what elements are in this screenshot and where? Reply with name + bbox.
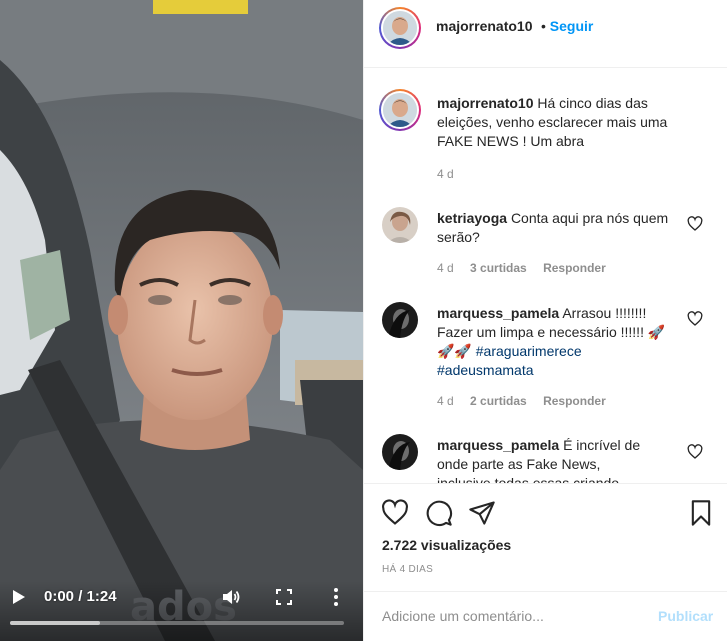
caption-username[interactable]: majorrenato10 xyxy=(437,95,533,111)
comment-likes[interactable]: 2 curtidas xyxy=(470,394,527,408)
volume-icon[interactable] xyxy=(221,587,241,607)
time-current: 0:00 xyxy=(44,588,75,605)
comment-username[interactable]: marquess_pamela xyxy=(437,305,559,321)
comment-age: 4 d xyxy=(437,394,454,408)
caption-text-block: majorrenato10 Há cinco dias das eleições… xyxy=(437,94,699,151)
views-count[interactable]: 2.722 visualizações xyxy=(382,537,511,553)
post-panel: majorrenato10 • Seguir majorrenato10 Há … xyxy=(363,0,727,641)
video-player[interactable]: ados 0:00 / 1:24 xyxy=(0,0,363,641)
comment-avatar[interactable] xyxy=(382,207,418,243)
comment-text-block: ketriayoga Conta aqui pra nós quem serão… xyxy=(437,209,677,247)
comment-meta: 4 d 3 curtidas Responder xyxy=(437,261,619,275)
hashtag-link[interactable]: #adeusmamata xyxy=(437,362,534,378)
posted-ago[interactable]: HÁ 4 DIAS xyxy=(382,564,433,575)
add-comment-bar: Adicione um comentário... Publicar xyxy=(364,591,727,641)
follow-label: Seguir xyxy=(549,18,594,34)
caption-age: 4 d xyxy=(437,167,454,181)
share-icon[interactable] xyxy=(468,499,496,527)
post-header: majorrenato10 • Seguir xyxy=(364,0,727,68)
bookmark-icon[interactable] xyxy=(687,499,715,527)
video-buffer xyxy=(10,621,101,625)
caption-avatar[interactable] xyxy=(379,89,421,131)
hashtag-link[interactable]: #araguarimerece xyxy=(476,343,582,359)
comment-icon[interactable] xyxy=(425,499,453,527)
comment-avatar[interactable] xyxy=(382,302,418,338)
comment-meta: 4 d 2 curtidas Responder xyxy=(437,394,619,408)
comment-text-block: marquess_pamela Arrasou !!!!!!!! Fazer u… xyxy=(437,304,667,380)
comment-text-block: marquess_pamela É incrível de onde parte… xyxy=(437,436,657,483)
comments-list[interactable]: majorrenato10 Há cinco dias das eleições… xyxy=(364,69,727,483)
time-separator: / xyxy=(78,588,87,605)
video-frame: ados xyxy=(0,0,363,641)
author-username[interactable]: majorrenato10 xyxy=(436,18,532,34)
heart-icon[interactable] xyxy=(381,499,409,527)
video-time: 0:00 / 1:24 xyxy=(44,588,117,605)
follow-button[interactable]: • Seguir xyxy=(541,18,593,34)
comment-age: 4 d xyxy=(437,261,454,275)
caption-meta: 4 d xyxy=(437,167,467,181)
play-icon[interactable] xyxy=(9,588,27,606)
more-vertical-icon[interactable] xyxy=(331,587,341,607)
video-progress-bar[interactable] xyxy=(10,621,344,625)
comment-avatar[interactable] xyxy=(382,434,418,470)
author-avatar[interactable] xyxy=(379,7,421,49)
comment-like-icon[interactable] xyxy=(687,444,703,460)
comment-like-icon[interactable] xyxy=(687,216,703,232)
comment-input[interactable]: Adicione um comentário... xyxy=(382,608,544,624)
time-total: 1:24 xyxy=(86,588,117,605)
follow-separator: • xyxy=(541,18,546,34)
comment-username[interactable]: ketriayoga xyxy=(437,210,507,226)
post-actions: 2.722 visualizações HÁ 4 DIAS Adicione u… xyxy=(364,483,727,641)
reply-button[interactable]: Responder xyxy=(543,261,606,275)
fullscreen-icon[interactable] xyxy=(276,589,292,605)
publish-button[interactable]: Publicar xyxy=(658,608,713,624)
reply-button[interactable]: Responder xyxy=(543,394,606,408)
comment-likes[interactable]: 3 curtidas xyxy=(470,261,527,275)
comment-like-icon[interactable] xyxy=(687,311,703,327)
comment-username[interactable]: marquess_pamela xyxy=(437,437,559,453)
